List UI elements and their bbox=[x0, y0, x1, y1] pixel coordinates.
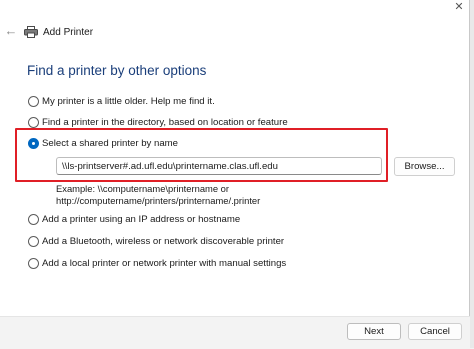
radio-button[interactable] bbox=[28, 257, 39, 269]
example-hint: Example: \\computername\printername or h… bbox=[56, 183, 260, 206]
option-local-manual[interactable]: Add a local printer or network printer w… bbox=[28, 256, 286, 270]
option-ip-address[interactable]: Add a printer using an IP address or hos… bbox=[28, 212, 240, 226]
shared-printer-name-input[interactable] bbox=[56, 157, 382, 175]
example-line-2: http://computername/printers/printername… bbox=[56, 194, 261, 206]
example-line-1: Example: \\computername\printername or bbox=[56, 183, 229, 194]
next-button[interactable]: Next bbox=[347, 323, 401, 340]
option-label: My printer is a little older. Help me fi… bbox=[42, 95, 215, 107]
option-older-printer[interactable]: My printer is a little older. Help me fi… bbox=[28, 94, 215, 108]
radio-button[interactable] bbox=[28, 116, 39, 128]
option-label: Add a Bluetooth, wireless or network dis… bbox=[42, 235, 285, 247]
option-label: Add a local printer or network printer w… bbox=[42, 257, 287, 269]
add-printer-dialog: ← Add Printer ✕ Find a printer by other … bbox=[0, 0, 470, 349]
option-shared-printer[interactable]: Select a shared printer by name bbox=[28, 136, 178, 150]
close-icon[interactable]: ✕ bbox=[452, 0, 466, 14]
radio-button-selected[interactable] bbox=[28, 137, 39, 149]
option-directory-search[interactable]: Find a printer in the directory, based o… bbox=[28, 115, 288, 129]
cancel-button[interactable]: Cancel bbox=[408, 323, 462, 340]
printer-icon bbox=[24, 26, 38, 38]
window-edge bbox=[470, 0, 474, 348]
option-label: Find a printer in the directory, based o… bbox=[42, 116, 288, 128]
back-arrow-icon[interactable]: ← bbox=[3, 24, 19, 40]
window-title: Add Printer bbox=[43, 27, 94, 38]
title-bar: ← Add Printer bbox=[0, 22, 469, 44]
page-heading: Find a printer by other options bbox=[27, 63, 207, 78]
radio-button[interactable] bbox=[28, 235, 39, 247]
option-label: Add a printer using an IP address or hos… bbox=[42, 213, 241, 225]
option-bluetooth-wireless[interactable]: Add a Bluetooth, wireless or network dis… bbox=[28, 234, 284, 248]
option-label: Select a shared printer by name bbox=[42, 137, 178, 149]
radio-button[interactable] bbox=[28, 95, 39, 107]
radio-button[interactable] bbox=[28, 213, 39, 225]
browse-button[interactable]: Browse... bbox=[394, 157, 455, 176]
